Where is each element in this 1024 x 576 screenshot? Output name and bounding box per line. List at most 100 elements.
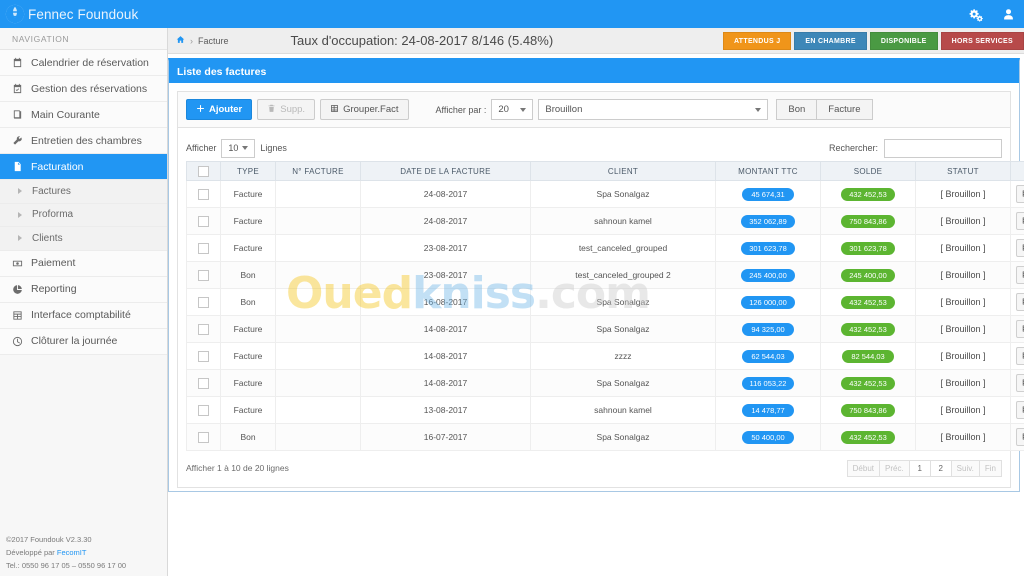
row-checkbox[interactable] [198,350,209,362]
row-actions-button[interactable] [1016,212,1024,230]
sidebar-item-entretien-des-chambres[interactable]: Entretien des chambres [0,128,167,154]
footer-developer-link[interactable]: FecomIT [57,548,87,557]
select-all-checkbox[interactable] [198,165,209,177]
user-icon[interactable] [992,0,1024,28]
row-checkbox[interactable] [198,296,209,308]
cell-client: Spa Sonalgaz [530,369,716,397]
pagination-button-2[interactable]: 2 [929,459,952,477]
pagination-button-suiv[interactable]: Suiv. [950,459,980,477]
row-checkbox[interactable] [198,431,209,443]
cell-date: 14-08-2017 [360,315,531,343]
solde-badge: 245 400,00 [841,268,895,282]
row-actions-button[interactable] [1016,428,1024,446]
table-row[interactable]: Facture 24-08-2017 sahnoun kamel 352 062,89… [186,207,1024,235]
pie-chart-icon [11,284,24,295]
cell-actions [1010,180,1024,208]
column-header-client[interactable]: CLIENT [530,161,716,181]
status-badge-hors-services[interactable]: HORS SERVICES [940,31,1024,50]
brand[interactable]: Fennec Foundouk [0,0,168,28]
wrench-icon [11,135,24,146]
facture-filter-button[interactable]: Facture [816,99,873,120]
column-header-type[interactable]: TYPE [220,161,276,181]
table-row[interactable]: Facture 14-08-2017 Spa Sonalgaz 116 053,22 4… [186,369,1024,397]
sidebar-item-paiement[interactable]: Paiement [0,250,167,277]
sidebar-item-cloturer-la-journee[interactable]: Clôturer la journée [0,328,167,355]
add-button[interactable]: Ajouter [186,99,253,120]
column-header-solde[interactable]: SOLDE [820,161,916,181]
row-actions-button[interactable] [1016,374,1024,392]
home-icon[interactable] [176,35,185,46]
money-icon [11,258,24,269]
row-actions-button[interactable] [1016,185,1024,203]
cell-montant-ttc: 14 478,77 [715,396,821,424]
group-invoices-button[interactable]: Grouper.Fact [320,99,409,120]
invoices-table-container: Afficher 10 Lignes Rechercher: TYPE N° F… [177,128,1024,488]
pagination-button-fin[interactable]: Fin [978,459,1002,477]
cell-montant-ttc: 126 000,00 [715,288,821,316]
row-select-cell [186,423,221,451]
column-header-numero[interactable]: N° FACTURE [275,161,361,181]
table-row[interactable]: Facture 14-08-2017 Spa Sonalgaz 94 325,00 43… [186,315,1024,343]
breadcrumb-current[interactable]: Facture [198,36,229,46]
search-input[interactable] [884,138,1002,158]
column-header-montant-ttc[interactable]: MONTANT TTC [715,161,821,181]
brand-name: Fennec Foundouk [28,6,139,22]
row-actions-button[interactable] [1016,401,1024,419]
sidebar-item-interface-comptabilite[interactable]: Interface comptabilité [0,302,167,329]
table-row[interactable]: Facture 13-08-2017 sahnoun kamel 14 478,77 7… [186,396,1024,424]
row-checkbox[interactable] [198,242,209,254]
table-row[interactable]: Facture 14-08-2017 zzzz 62 544,03 82 544,03 [… [186,342,1024,370]
column-header-date[interactable]: DATE DE LA FACTURE [360,161,531,181]
ledger-icon [11,310,24,321]
row-checkbox[interactable] [198,323,209,335]
row-checkbox[interactable] [198,188,209,200]
page-length-select[interactable]: 10 [221,138,256,158]
sidebar-subitem-factures[interactable]: Factures [0,180,167,204]
cell-statut: [ Brouillon ] [915,180,1011,208]
sidebar-item-main-courante[interactable]: Main Courante [0,102,167,128]
montant-badge: 62 544,03 [742,349,794,363]
row-checkbox[interactable] [198,269,209,281]
table-row[interactable]: Facture 23-08-2017 test_canceled_grouped 30… [186,234,1024,262]
pagination-button-pr-c[interactable]: Préc. [879,459,910,477]
table-row[interactable]: Bon 23-08-2017 test_canceled_grouped 2 245 … [186,261,1024,289]
sidebar-item-reporting[interactable]: Reporting [0,276,167,303]
solde-badge: 432 452,53 [841,295,895,309]
row-actions-button[interactable] [1016,239,1024,257]
gears-icon[interactable] [960,0,992,28]
row-actions-button[interactable] [1016,320,1024,338]
bon-filter-button[interactable]: Bon [776,99,818,120]
sidebar-item-gestion-des-reservations[interactable]: Gestion des réservations [0,76,167,102]
solde-badge: 432 452,53 [841,187,895,201]
per-page-select[interactable]: 20 [491,99,534,120]
cell-actions [1010,396,1024,424]
row-checkbox[interactable] [198,215,209,227]
sidebar-item-facturation[interactable]: Facturation [0,154,167,180]
row-checkbox[interactable] [198,404,209,416]
column-header-statut[interactable]: STATUT [915,161,1011,181]
row-actions-button[interactable] [1016,293,1024,311]
table-row[interactable]: Bon 16-07-2017 Spa Sonalgaz 50 400,00 432 45… [186,423,1024,451]
sidebar-subitem-proforma[interactable]: Proforma [0,203,167,227]
sidebar-item-label: Interface comptabilité [31,309,131,321]
status-badge-en-chambre[interactable]: EN CHAMBRE [794,31,867,50]
sidebar-subitem-label: Factures [32,185,71,197]
row-checkbox[interactable] [198,377,209,389]
row-actions-button[interactable] [1016,347,1024,365]
cell-numero [275,315,361,343]
delete-button[interactable]: Supp. [257,99,316,120]
state-filter-select[interactable]: Brouillon [538,99,769,120]
cell-montant-ttc: 62 544,03 [715,342,821,370]
status-badge-disponible[interactable]: DISPONIBLE [869,31,938,50]
sidebar-item-calendrier-de-reservation[interactable]: Calendrier de réservation [0,50,167,76]
sidebar-subitem-clients[interactable]: Clients [0,227,167,251]
cell-montant-ttc: 94 325,00 [715,315,821,343]
pagination-button-1[interactable]: 1 [908,459,931,477]
search-control: Rechercher: [829,138,1002,158]
table-row[interactable]: Facture 24-08-2017 Spa Sonalgaz 45 674,31 43… [186,180,1024,208]
pagination-button-d-but[interactable]: Début [846,459,880,477]
row-actions-button[interactable] [1016,266,1024,284]
status-badge-attendus-j[interactable]: ATTENDUS J [722,31,792,50]
table-row[interactable]: Bon 16-08-2017 Spa Sonalgaz 126 000,00 432 4… [186,288,1024,316]
